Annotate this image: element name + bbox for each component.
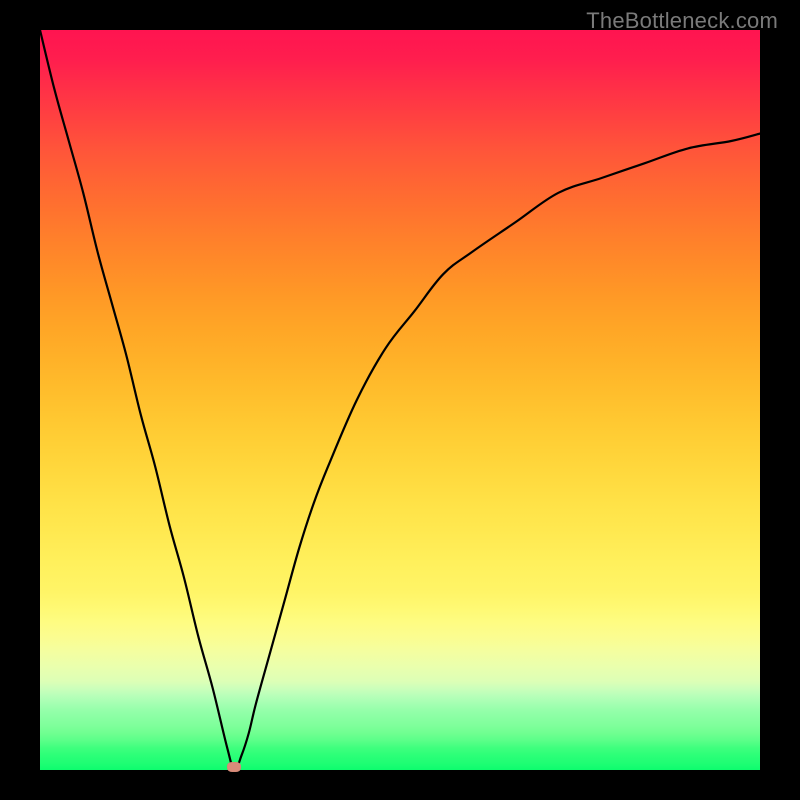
minimum-marker [227, 762, 241, 772]
bottleneck-curve [40, 30, 760, 770]
curve-svg [40, 30, 760, 770]
plot-area [40, 30, 760, 770]
chart-frame: TheBottleneck.com [0, 0, 800, 800]
